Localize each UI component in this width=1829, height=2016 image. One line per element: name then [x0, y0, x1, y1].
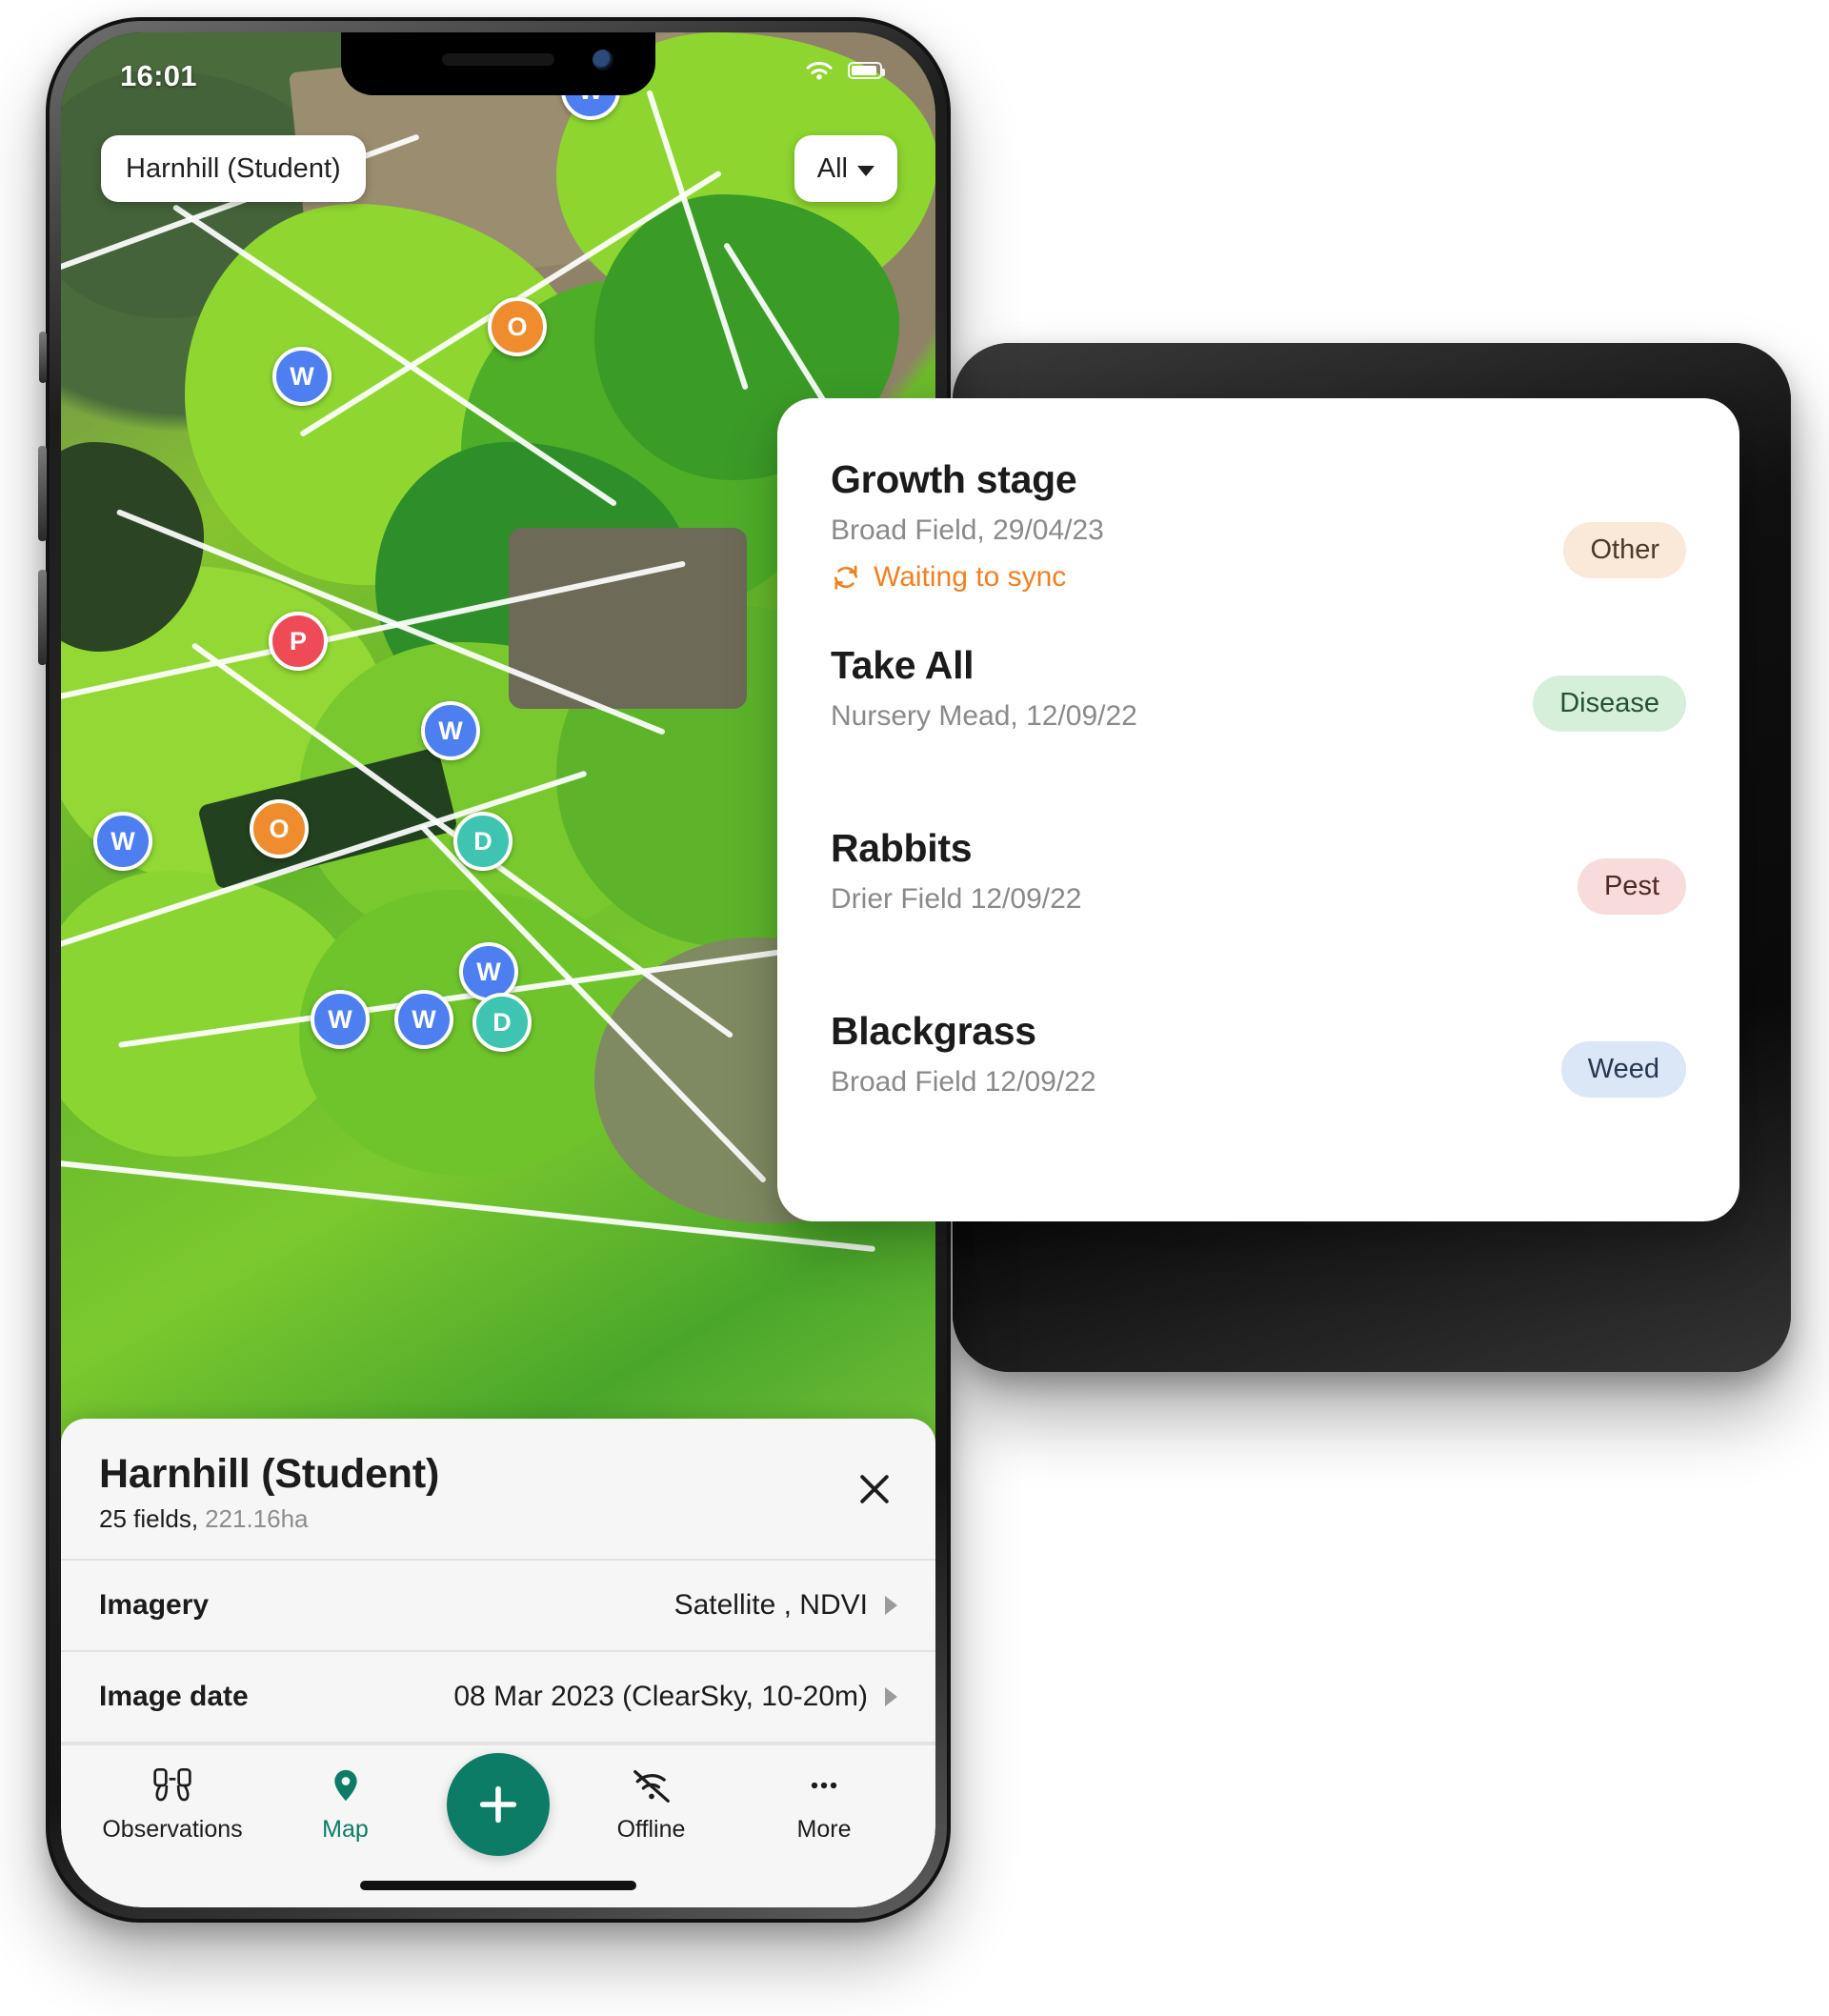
observation-subtitle: Broad Field 12/09/22 — [831, 1066, 1096, 1098]
earpiece-speaker — [442, 53, 554, 66]
sheet-row-key: Image date — [99, 1681, 249, 1712]
status-bar: 16:01 — [61, 32, 935, 120]
sheet-row[interactable]: Image date 08 Mar 2023 (ClearSky, 10-20m) — [61, 1652, 935, 1742]
close-icon — [860, 1475, 889, 1503]
chevron-right-icon — [885, 1687, 897, 1706]
layer-filter-label: All — [816, 152, 848, 184]
map-pin-icon — [333, 1769, 357, 1802]
tab-offline[interactable]: Offline — [580, 1766, 723, 1844]
front-camera-icon — [593, 50, 613, 71]
tab-offline-label: Offline — [616, 1816, 686, 1843]
status-time: 16:01 — [120, 59, 197, 92]
observation-category-badge: Pest — [1577, 858, 1686, 915]
bottom-sheet-title: Harnhill (Student) — [99, 1451, 440, 1497]
farm-selector-chip[interactable]: Harnhill (Student) — [101, 135, 366, 202]
chevron-down-icon — [857, 165, 874, 176]
battery-icon — [848, 62, 885, 79]
bottom-sheet-subtitle: 25 fields, 221.16ha — [99, 1504, 897, 1534]
observation-category-badge: Disease — [1533, 675, 1686, 732]
map-pin-p[interactable]: P — [269, 612, 328, 671]
tab-more-label: More — [796, 1816, 852, 1843]
mute-switch[interactable] — [39, 332, 47, 383]
tab-observations-label: Observations — [102, 1816, 243, 1843]
map-pin-w[interactable]: W — [394, 990, 453, 1049]
screenshot-stage: WOWPWOWDWWWD 16:01 — [0, 0, 1829, 2016]
sheet-row-value: 08 Mar 2023 (ClearSky, 10-20m) — [453, 1681, 868, 1712]
observation-title: Growth stage — [831, 457, 1077, 501]
sheet-row-value-wrap: 08 Mar 2023 (ClearSky, 10-20m) — [453, 1681, 897, 1713]
status-indicators — [801, 57, 885, 84]
map-pin-w[interactable]: W — [272, 347, 332, 406]
observation-title: Blackgrass — [831, 1009, 1036, 1053]
sheet-row-key: Imagery — [99, 1589, 210, 1621]
tab-more[interactable]: More — [753, 1766, 895, 1844]
layer-filter-dropdown[interactable]: All — [794, 135, 897, 202]
chevron-right-icon — [885, 1596, 897, 1615]
sheet-row-value: Satellite , NDVI — [673, 1589, 868, 1621]
map-pin-d[interactable]: D — [453, 812, 513, 871]
area-label: 221.16ha — [205, 1504, 309, 1533]
farm-detail-bottom-sheet: Harnhill (Student) 25 fields, 221.16ha Im… — [61, 1419, 935, 1907]
observation-row[interactable]: Blackgrass Broad Field 12/09/22 Weed — [831, 1009, 1686, 1142]
observation-subtitle: Drier Field 12/09/22 — [831, 883, 1082, 915]
observation-row[interactable]: Growth stage Broad Field, 29/04/23 Waiting… — [831, 457, 1686, 594]
map-pin-w[interactable]: W — [421, 701, 480, 760]
map-pin-w[interactable]: W — [459, 942, 518, 1001]
add-observation-fab[interactable] — [447, 1753, 550, 1856]
sheet-row[interactable]: Imagery Satellite , NDVI — [61, 1561, 935, 1650]
plus-icon — [479, 1785, 517, 1824]
observation-title: Rabbits — [831, 826, 973, 870]
wifi-icon — [806, 61, 833, 80]
sync-icon — [834, 565, 857, 590]
binoculars-icon — [153, 1768, 191, 1802]
home-indicator — [360, 1881, 636, 1890]
volume-down-button[interactable] — [38, 570, 47, 665]
map-pin-w[interactable]: W — [93, 812, 152, 871]
fields-count-label: 25 fields, — [99, 1504, 199, 1533]
sheet-row-value-wrap: Satellite , NDVI — [674, 1589, 897, 1622]
bottom-sheet-header: Harnhill (Student) 25 fields, 221.16ha — [61, 1419, 935, 1559]
map-pin-o[interactable]: O — [488, 297, 547, 356]
close-button[interactable] — [854, 1468, 895, 1510]
observation-subtitle: Broad Field, 29/04/23 — [831, 514, 1104, 546]
observation-category-badge: Weed — [1560, 1041, 1686, 1098]
wifi-off-icon — [633, 1769, 670, 1803]
sync-status-label: Waiting to sync — [874, 561, 1067, 593]
observation-row[interactable]: Take All Nursery Mead, 12/09/22 Disease — [831, 643, 1686, 776]
tab-map-label: Map — [322, 1816, 369, 1843]
map-pin-d[interactable]: D — [472, 993, 532, 1052]
observation-row[interactable]: Rabbits Drier Field 12/09/22 Pest — [831, 826, 1686, 959]
map-pin-w[interactable]: W — [311, 990, 370, 1049]
volume-up-button[interactable] — [38, 446, 47, 541]
observation-category-badge: Other — [1563, 522, 1686, 578]
sync-status: Waiting to sync — [831, 561, 1686, 594]
map-pin-o[interactable]: O — [250, 799, 309, 858]
tab-observations[interactable]: Observations — [101, 1766, 244, 1844]
bottom-sheet-rows: Imagery Satellite , NDVI Image date 08 Mar … — [61, 1561, 935, 1744]
device-notch — [341, 32, 655, 95]
bottom-tab-bar: Observations Map Offline More — [61, 1744, 935, 1907]
observations-card: Growth stage Broad Field, 29/04/23 Waiting… — [777, 398, 1739, 1221]
ellipsis-icon — [811, 1782, 837, 1789]
tab-map[interactable]: Map — [274, 1766, 417, 1844]
farm-selector-label: Harnhill (Student) — [126, 152, 341, 184]
